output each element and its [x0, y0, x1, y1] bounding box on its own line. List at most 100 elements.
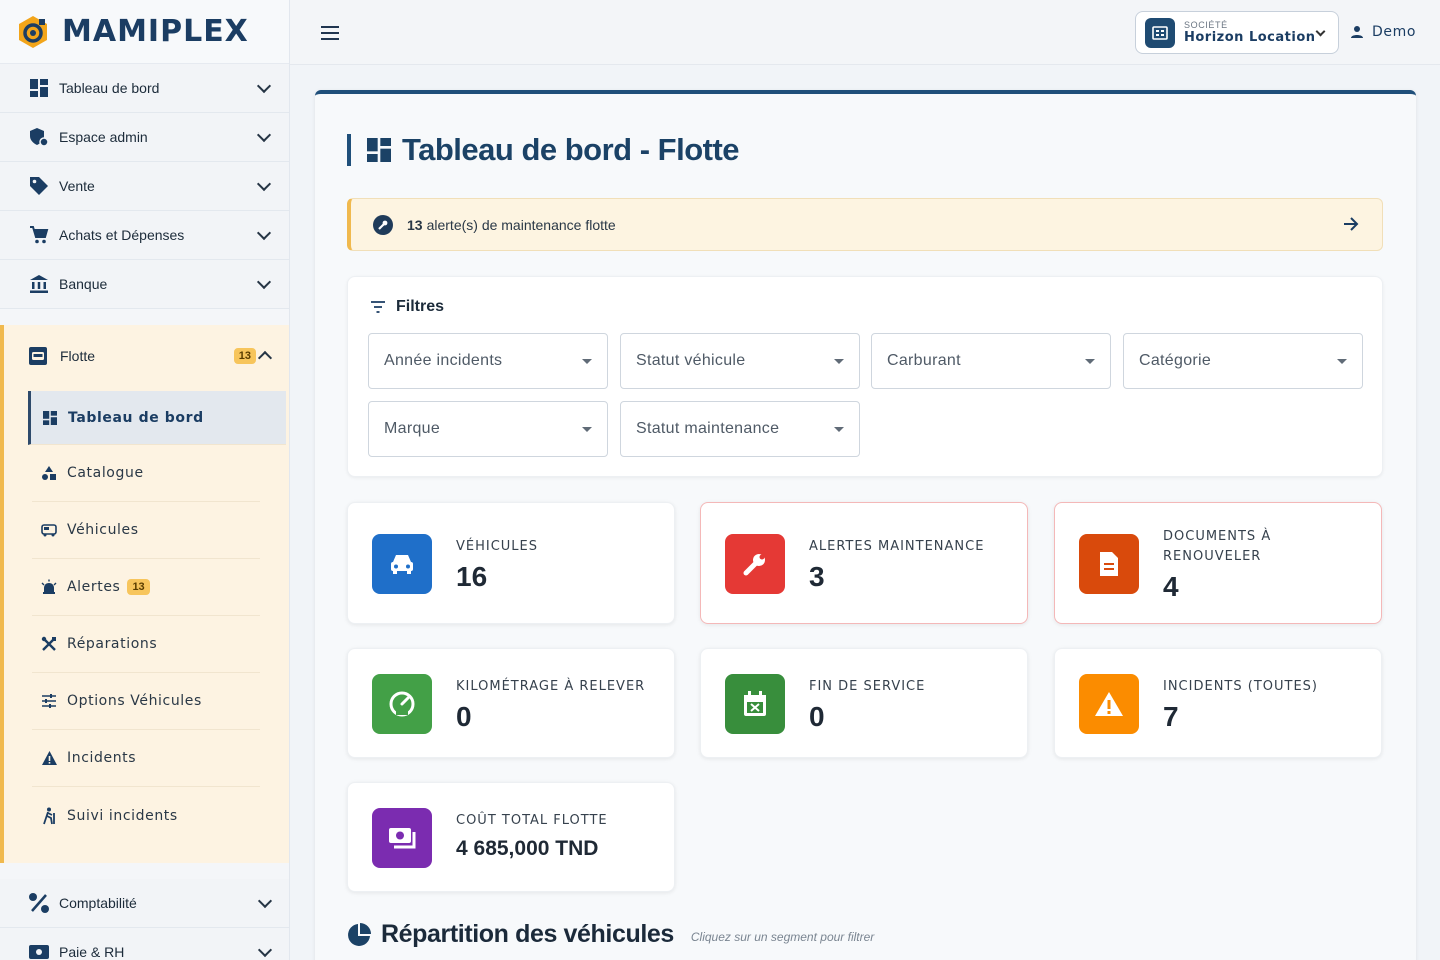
topbar: SOCIÉTÉ Horizon Location Demo — [290, 0, 1440, 65]
menu-icon[interactable] — [321, 26, 339, 44]
sidebar-subitem-alertes[interactable]: Alertes 13 — [32, 559, 260, 616]
alert-text: alerte(s) de maintenance flotte — [426, 216, 616, 233]
stat-value: 4 — [1163, 571, 1179, 602]
chevron-down-icon — [256, 176, 272, 192]
chevron-down-icon — [257, 942, 273, 958]
section-repartition: Répartition des véhicules Cliquez sur un… — [347, 920, 874, 949]
filter-icon — [371, 301, 385, 313]
stat-value: 3 — [809, 561, 825, 592]
filter-statut-vehicule[interactable]: Statut véhicule — [620, 333, 860, 389]
wrench-icon — [373, 214, 393, 235]
pie-chart-icon — [348, 922, 371, 946]
sidebar-subitem-incidents[interactable]: Incidents — [32, 730, 260, 787]
stat-title: VÉHICULES — [456, 539, 539, 554]
filters-panel: Filtres Année incidents Statut véhicule … — [347, 276, 1383, 477]
select-placeholder: Carburant — [887, 352, 961, 369]
sidebar-item-comptabilite[interactable]: Comptabilité — [0, 879, 289, 928]
maintenance-alert-banner[interactable]: 13 alerte(s) de maintenance flotte — [347, 198, 1383, 251]
sliders-icon — [40, 692, 58, 710]
brand-logo[interactable]: MAMIPLEX — [0, 0, 289, 64]
stat-card-vehicules[interactable]: VÉHICULES 16 — [347, 502, 675, 624]
chevron-down-icon — [256, 127, 272, 143]
warning-icon — [40, 749, 58, 767]
wrench-icon — [725, 534, 785, 594]
alert-count-badge: 13 — [233, 348, 256, 364]
sidebar-subitem-reparations[interactable]: Réparations — [32, 616, 260, 673]
filter-categorie[interactable]: Catégorie — [1123, 333, 1363, 389]
alert-count: 13 — [407, 216, 423, 233]
payroll-icon — [28, 941, 50, 960]
alarm-icon — [40, 578, 58, 596]
stat-card-cout-total[interactable]: COÛT TOTAL FLOTTE 4 685,000 TND — [347, 782, 675, 892]
select-placeholder: Année incidents — [384, 352, 503, 369]
stat-title: FIN DE SERVICE — [809, 679, 926, 694]
stat-value: 7 — [1163, 701, 1179, 732]
stat-title: INCIDENTS (TOUTES) — [1163, 679, 1318, 694]
sidebar-item-label: Comptabilité — [59, 895, 137, 911]
dropdown-arrow-icon — [834, 359, 844, 364]
sidebar-item-tableau-de-bord[interactable]: Tableau de bord — [0, 64, 289, 113]
arrow-right-icon[interactable] — [1342, 215, 1360, 236]
chevron-down-icon — [257, 893, 273, 909]
dashboard-icon — [367, 138, 391, 162]
section-title: Répartition des véhicules — [381, 920, 674, 948]
dropdown-arrow-icon — [1085, 359, 1095, 364]
select-placeholder: Catégorie — [1139, 352, 1212, 369]
sidebar-subitem-options-vehicules[interactable]: Options Véhicules — [32, 673, 260, 730]
sidebar: MAMIPLEX Tableau de bord Espace admin Ve… — [0, 0, 290, 960]
company-selector[interactable]: SOCIÉTÉ Horizon Location — [1135, 11, 1339, 54]
sidebar-subitem-label: Alertes — [67, 579, 121, 595]
sidebar-subitem-tableau-de-bord[interactable]: Tableau de bord — [28, 391, 286, 445]
dashboard-icon — [28, 77, 50, 99]
sidebar-subitem-label: Suivi incidents — [67, 807, 178, 824]
sidebar-subitem-label: Tableau de bord — [68, 409, 204, 426]
filter-annee-incidents[interactable]: Année incidents — [368, 333, 608, 389]
stat-value: 4 685,000 TND — [456, 837, 599, 860]
sidebar-item-paie-rh[interactable]: Paie & RH — [0, 928, 289, 960]
sidebar-subitem-catalogue[interactable]: Catalogue — [32, 445, 260, 502]
stat-value: 16 — [456, 561, 488, 592]
filter-statut-maintenance[interactable]: Statut maintenance — [620, 401, 860, 457]
stat-value: 0 — [456, 701, 472, 732]
filters-heading: Filtres — [370, 298, 444, 316]
filter-marque[interactable]: Marque — [368, 401, 608, 457]
company-name: Horizon Location — [1184, 30, 1316, 45]
money-icon — [372, 808, 432, 868]
sidebar-subitem-vehicules[interactable]: Véhicules — [32, 502, 260, 559]
sidebar-item-achats[interactable]: Achats et Dépenses — [0, 211, 289, 260]
sidebar-subitem-label: Incidents — [67, 750, 137, 766]
stat-card-incidents[interactable]: INCIDENTS (TOUTES) 7 — [1054, 648, 1382, 758]
chevron-down-icon — [256, 78, 272, 94]
admin-shield-icon — [28, 126, 50, 148]
filter-carburant[interactable]: Carburant — [871, 333, 1111, 389]
bus-icon — [40, 521, 58, 539]
user-name: Demo — [1372, 24, 1416, 40]
sidebar-subitem-suivi-incidents[interactable]: Suivi incidents — [32, 787, 260, 844]
title-accent-bar — [347, 134, 351, 166]
stat-card-alertes-maintenance[interactable]: ALERTES MAINTENANCE 3 — [700, 502, 1028, 624]
user-menu[interactable]: Demo — [1350, 24, 1416, 40]
car-garage-icon — [28, 345, 50, 367]
dropdown-arrow-icon — [834, 427, 844, 432]
stat-title: ALERTES MAINTENANCE — [809, 539, 985, 554]
page-title: Tableau de bord - Flotte — [347, 132, 740, 168]
stat-card-fin-de-service[interactable]: FIN DE SERVICE 0 — [700, 648, 1028, 758]
calendar-x-icon — [725, 674, 785, 734]
chevron-down-icon — [1315, 26, 1326, 37]
sidebar-item-label: Banque — [59, 276, 108, 292]
hiking-icon — [40, 807, 58, 825]
dropdown-arrow-icon — [582, 427, 592, 432]
sidebar-item-flotte[interactable]: Flotte 13 — [4, 325, 289, 387]
page-title-text: Tableau de bord - Flotte — [402, 132, 740, 167]
sidebar-item-label: Espace admin — [59, 129, 148, 145]
sidebar-item-vente[interactable]: Vente — [0, 162, 289, 211]
stat-card-kilometrage[interactable]: KILOMÉTRAGE À RELEVER 0 — [347, 648, 675, 758]
sidebar-item-banque[interactable]: Banque — [0, 260, 289, 309]
brand-name: MAMIPLEX — [62, 14, 249, 49]
sidebar-item-label: Paie & RH — [59, 944, 125, 960]
user-icon — [1351, 26, 1363, 38]
stat-card-documents[interactable]: DOCUMENTS À RENOUVELER 4 — [1054, 502, 1382, 624]
company-caption: SOCIÉTÉ — [1184, 20, 1228, 30]
sidebar-item-espace-admin[interactable]: Espace admin — [0, 113, 289, 162]
section-hint: Cliquez sur un segment pour filtrer — [690, 929, 875, 944]
